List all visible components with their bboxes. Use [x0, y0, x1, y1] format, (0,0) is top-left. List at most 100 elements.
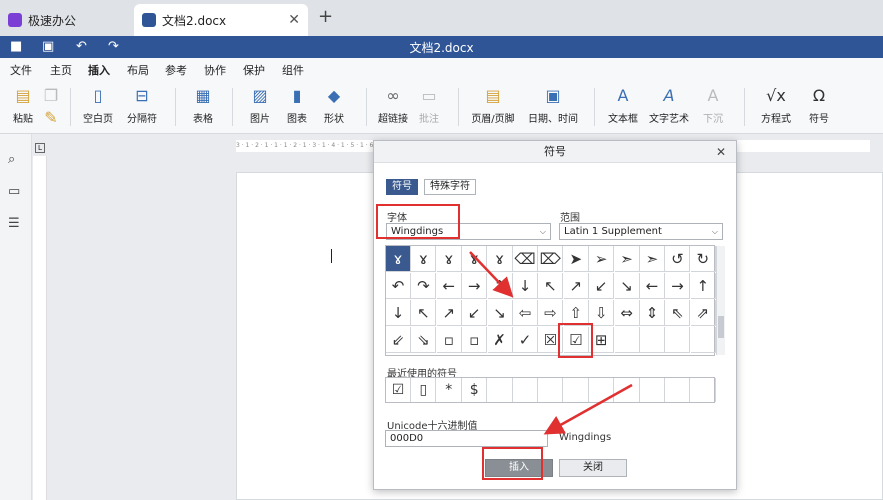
symbol-cell[interactable]: ⇔ — [614, 300, 640, 326]
symbol-cell[interactable]: ↙ — [462, 300, 488, 326]
text-art-button[interactable]: A 文字艺术 — [646, 86, 692, 125]
menu-file[interactable]: 文件 — [10, 62, 32, 78]
symbol-cell[interactable]: ➤ — [563, 246, 589, 272]
symbol-cell[interactable]: ↖ — [538, 273, 564, 299]
symbol-cell[interactable]: ⇕ — [640, 300, 665, 326]
symbol-cell[interactable]: ↖ — [411, 300, 437, 326]
symbol-cell[interactable]: ➣ — [640, 246, 665, 272]
menu-insert[interactable]: 插入 — [88, 62, 110, 82]
menu-layout[interactable]: 布局 — [127, 62, 149, 78]
table-button[interactable]: ▦ 表格 — [186, 86, 220, 125]
tab-symbol[interactable]: 符号 — [386, 179, 418, 195]
symbol-cell[interactable]: ↑ — [690, 273, 716, 299]
symbol-cell[interactable]: ▫ — [462, 327, 488, 353]
symbol-cell[interactable]: ɤ — [436, 246, 462, 272]
recent-symbol-cell[interactable] — [640, 378, 665, 402]
date-time-button[interactable]: ▣ 日期、时间 — [528, 86, 578, 125]
symbol-cell[interactable]: ↙ — [589, 273, 615, 299]
picture-button[interactable]: ▨ 图片 — [244, 86, 276, 125]
hyperlink-button[interactable]: ∞ 超链接 — [376, 86, 410, 125]
symbol-cell[interactable]: ➣ — [614, 246, 640, 272]
close-tab-icon[interactable]: ✕ — [288, 12, 300, 28]
range-select[interactable]: Latin 1 Supplement ⌵ — [559, 223, 723, 240]
recent-symbol-cell[interactable]: ☑ — [386, 378, 411, 402]
symbol-cell[interactable]: ⌫ — [513, 246, 538, 272]
undo-icon[interactable]: ↶ — [76, 39, 87, 54]
header-footer-button[interactable]: ▤ 页眉/页脚 — [470, 86, 516, 125]
symbol-cell[interactable]: ɤ — [386, 246, 411, 272]
symbol-cell[interactable]: ▫ — [436, 327, 462, 353]
close-icon[interactable]: ✕ — [716, 145, 726, 159]
symbol-grid-scrollbar[interactable] — [716, 246, 725, 355]
recent-symbol-cell[interactable] — [488, 378, 513, 402]
recent-symbol-cell[interactable] — [615, 378, 640, 402]
symbol-cell[interactable]: ⇗ — [690, 300, 716, 326]
close-button[interactable]: 关闭 — [559, 459, 627, 477]
symbol-button[interactable]: Ω 符号 — [804, 86, 834, 125]
copy-icon[interactable]: ❐ — [40, 86, 60, 110]
symbol-cell[interactable]: ✗ — [487, 327, 513, 353]
symbol-cell[interactable]: ↷ — [411, 273, 437, 299]
blank-page-button[interactable]: ▯ 空白页 — [80, 86, 116, 125]
print-icon[interactable]: ▣ — [42, 39, 54, 54]
symbol-cell[interactable]: ← — [436, 273, 462, 299]
symbol-cell[interactable]: → — [665, 273, 691, 299]
symbol-cell[interactable]: ↘ — [487, 300, 513, 326]
symbol-cell[interactable]: ↶ — [386, 273, 411, 299]
equation-button[interactable]: √x 方程式 — [756, 86, 796, 125]
recent-symbol-cell[interactable] — [589, 378, 615, 402]
recent-symbol-cell[interactable] — [665, 378, 691, 402]
unicode-input[interactable]: 000D0 — [385, 430, 548, 447]
menu-references[interactable]: 参考 — [165, 62, 187, 78]
page-break-button[interactable]: ⊟ 分隔符 — [120, 86, 164, 125]
symbol-cell[interactable]: ↗ — [436, 300, 462, 326]
symbol-cell[interactable]: ⇙ — [386, 327, 411, 353]
menu-protect[interactable]: 保护 — [243, 62, 265, 78]
symbol-cell[interactable]: ← — [640, 273, 665, 299]
symbol-cell[interactable] — [614, 327, 640, 353]
comment-icon[interactable]: ▭ — [8, 184, 20, 199]
symbol-cell[interactable]: ⌦ — [538, 246, 564, 272]
tab-home[interactable]: 极速办公 — [0, 4, 132, 36]
tab-stop-selector[interactable]: L — [35, 143, 45, 153]
recent-symbol-cell[interactable]: * — [437, 378, 462, 402]
symbol-cell[interactable]: ɤ — [462, 246, 488, 272]
symbol-cell[interactable] — [690, 327, 716, 353]
recent-symbol-cell[interactable]: ▯ — [411, 378, 437, 402]
recent-symbol-cell[interactable] — [564, 378, 589, 402]
save-icon[interactable]: ■ — [10, 39, 22, 54]
tab-special-chars[interactable]: 特殊字符 — [424, 179, 476, 195]
search-icon[interactable]: ⌕ — [8, 152, 15, 167]
menu-plugins[interactable]: 组件 — [282, 62, 304, 78]
symbol-cell[interactable]: ⇖ — [665, 300, 691, 326]
symbol-cell[interactable]: ↻ — [690, 246, 716, 272]
recent-symbol-cell[interactable]: $ — [462, 378, 488, 402]
symbol-cell[interactable] — [665, 327, 691, 353]
symbol-cell[interactable]: ↓ — [386, 300, 411, 326]
menu-collaborate[interactable]: 协作 — [204, 62, 226, 78]
symbol-cell[interactable]: ɤ — [411, 246, 437, 272]
symbol-cell[interactable] — [640, 327, 665, 353]
navigation-icon[interactable]: ☰ — [8, 216, 20, 231]
scrollbar-thumb[interactable] — [718, 316, 724, 338]
new-tab-button[interactable]: + — [318, 6, 333, 27]
menu-home[interactable]: 主页 — [50, 62, 72, 78]
drop-cap-button[interactable]: A 下沉 — [698, 86, 728, 125]
symbol-cell[interactable]: ↗ — [563, 273, 589, 299]
recent-symbol-cell[interactable] — [513, 378, 538, 402]
symbol-cell[interactable]: ⇦ — [513, 300, 538, 326]
symbol-cell[interactable]: ɤ — [487, 246, 513, 272]
shape-button[interactable]: ◆ 形状 — [318, 86, 350, 125]
symbol-cell[interactable]: ⇘ — [411, 327, 437, 353]
symbol-cell[interactable]: ↑ — [487, 273, 513, 299]
format-painter-icon[interactable]: ✎ — [40, 108, 60, 132]
recent-symbol-cell[interactable] — [691, 378, 716, 402]
symbol-cell[interactable]: ↓ — [513, 273, 538, 299]
comment-button[interactable]: ▭ 批注 — [414, 86, 444, 125]
symbol-cell[interactable]: ↺ — [665, 246, 691, 272]
chart-button[interactable]: ▮ 图表 — [282, 86, 312, 125]
tab-document[interactable]: 文档2.docx ✕ — [134, 4, 308, 36]
paste-button[interactable]: ▤ 粘贴 — [8, 86, 38, 125]
symbol-cell[interactable]: → — [462, 273, 488, 299]
redo-icon[interactable]: ↷ — [108, 39, 119, 54]
